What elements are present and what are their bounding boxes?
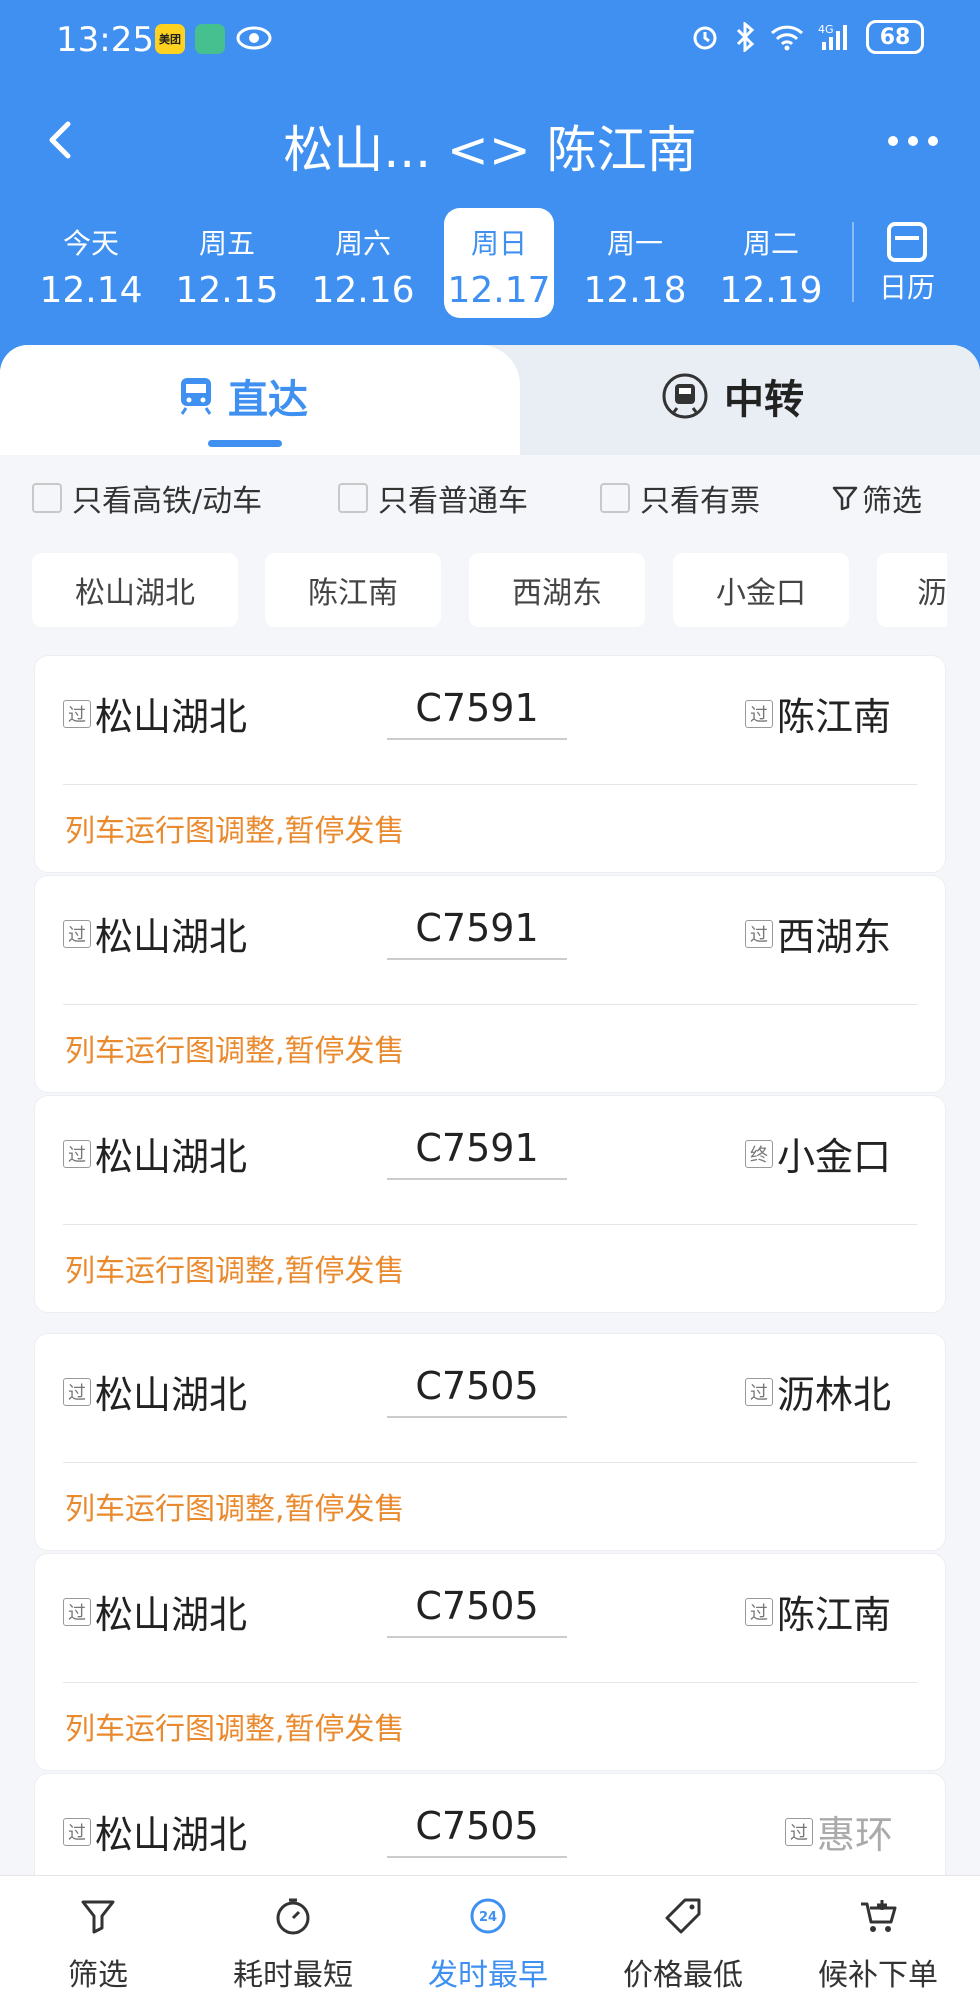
pass-tag: 过 <box>63 699 91 728</box>
calendar-icon <box>887 222 927 262</box>
divider <box>852 222 854 302</box>
train-number: C7505 <box>387 1804 567 1858</box>
train-card[interactable]: 过松山湖北 C7591 过陈江南 列车运行图调整,暂停发售 <box>34 655 946 873</box>
from-station: 松山湖北 <box>95 1135 248 1179</box>
station-chip[interactable]: 沥 <box>877 553 947 627</box>
sale-status: 列车运行图调整,暂停发售 <box>65 1492 405 1527</box>
app-icon <box>195 24 225 54</box>
to-station: 陈江南 <box>777 695 892 739</box>
train-number: C7591 <box>387 1126 567 1180</box>
date-selector: 今天 12.14 周五 12.15 周六 12.16 周日 12.17 周一 12.18 … <box>20 208 960 322</box>
train-number: C7591 <box>387 686 567 740</box>
from-station: 松山湖北 <box>95 695 248 739</box>
train-card[interactable]: 过松山湖北 C7591 终小金口 列车运行图调整,暂停发售 <box>34 1095 946 1313</box>
date-item[interactable]: 周一 12.18 <box>580 208 690 318</box>
svg-text:4G: 4G <box>818 23 834 36</box>
train-card[interactable]: 过松山湖北 C7505 过惠环 <box>34 1773 946 1875</box>
filter-hsr-checkbox[interactable]: 只看高铁/动车 <box>32 476 262 520</box>
date-item-selected[interactable]: 周日 12.17 <box>444 208 554 318</box>
pass-tag: 过 <box>785 1817 813 1846</box>
pass-tag: 过 <box>63 1139 91 1168</box>
from-station: 松山湖北 <box>95 1813 248 1857</box>
date-item[interactable]: 周五 12.15 <box>172 208 282 318</box>
station-chip[interactable]: 松山湖北 <box>32 553 238 627</box>
meituan-app-icon: 美团 <box>155 24 185 54</box>
pass-tag: 过 <box>745 1377 773 1406</box>
pass-tag: 过 <box>745 699 773 728</box>
cart-icon <box>861 1900 897 1932</box>
nav-cheapest[interactable]: 价格最低 <box>593 1896 773 1994</box>
pass-tag: 过 <box>63 1597 91 1626</box>
filter-icon <box>81 1900 115 1934</box>
to-station: 小金口 <box>777 1135 892 1179</box>
filter-button[interactable]: 筛选 <box>832 476 922 520</box>
eye-icon <box>236 26 272 50</box>
more-menu-icon[interactable] <box>888 136 938 146</box>
sale-status: 列车运行图调整,暂停发售 <box>65 814 405 849</box>
bluetooth-icon <box>736 22 755 52</box>
nav-earliest[interactable]: 24 发时最早 <box>398 1896 578 1994</box>
pass-tag: 过 <box>745 919 773 948</box>
to-station: 沥林北 <box>777 1373 892 1417</box>
header: 13:25 美团 4G 68 松山... <> 陈江南 今天 12.14 周五 12… <box>0 0 980 370</box>
pass-tag: 过 <box>63 1817 91 1846</box>
sale-status: 列车运行图调整,暂停发售 <box>65 1712 405 1747</box>
tab-indicator <box>208 440 282 447</box>
train-number: C7591 <box>387 906 567 960</box>
to-station: 西湖东 <box>777 915 892 959</box>
train-card[interactable]: 过松山湖北 C7591 过西湖东 列车运行图调整,暂停发售 <box>34 875 946 1093</box>
bottom-nav: 筛选 耗时最短 24 发时最早 价格最低 候补下单 <box>0 1875 980 2000</box>
filter-normal-checkbox[interactable]: 只看普通车 <box>338 476 528 520</box>
date-item[interactable]: 周二 12.19 <box>716 208 826 318</box>
battery-indicator: 68 <box>866 20 924 54</box>
filter-available-checkbox[interactable]: 只看有票 <box>600 476 760 520</box>
tab-bar: 直达 中转 <box>0 345 980 455</box>
alarm-icon <box>693 26 717 50</box>
to-station: 惠环 <box>817 1813 894 1857</box>
from-station: 松山湖北 <box>95 915 248 959</box>
tab-transfer[interactable]: 中转 <box>660 367 804 425</box>
station-chip[interactable]: 小金口 <box>673 553 849 627</box>
station-chips: 松山湖北 陈江南 西湖东 小金口 沥 <box>32 553 947 629</box>
from-station: 松山湖北 <box>95 1373 248 1417</box>
to-station: 陈江南 <box>777 1593 892 1637</box>
page-title: 松山... <> 陈江南 <box>283 121 697 179</box>
pass-tag: 过 <box>63 1377 91 1406</box>
nav-filter[interactable]: 筛选 <box>8 1896 188 1994</box>
pass-tag: 过 <box>745 1597 773 1626</box>
status-bar: 13:25 美团 4G 68 <box>0 0 980 80</box>
timer-icon <box>276 1898 310 1935</box>
train-icon <box>180 378 212 415</box>
status-time: 13:25 <box>56 20 154 60</box>
date-item[interactable]: 周六 12.16 <box>308 208 418 318</box>
svg-text:24: 24 <box>479 1910 497 1925</box>
from-station: 松山湖北 <box>95 1593 248 1637</box>
sale-status: 列车运行图调整,暂停发售 <box>65 1254 405 1289</box>
train-number: C7505 <box>387 1584 567 1638</box>
filter-row: 只看高铁/动车 只看普通车 只看有票 筛选 <box>32 473 952 523</box>
signal-icon: 4G <box>818 23 847 50</box>
filter-icon <box>832 486 858 511</box>
calendar-button[interactable]: 日历 <box>872 222 942 312</box>
terminal-tag: 终 <box>745 1139 773 1168</box>
date-item[interactable]: 今天 12.14 <box>36 208 146 318</box>
nav-shortest[interactable]: 耗时最短 <box>203 1896 383 1994</box>
train-number: C7505 <box>387 1364 567 1418</box>
main-content: 直达 中转 只看高铁/动车 只看普通车 只看有票 筛选 松山湖北 陈江南 西湖东… <box>0 345 980 1875</box>
transfer-icon <box>662 373 708 419</box>
sale-status: 列车运行图调整,暂停发售 <box>65 1034 405 1069</box>
tab-direct-label[interactable]: 直达 <box>178 367 308 425</box>
train-card[interactable]: 过松山湖北 C7505 过沥林北 列车运行图调整,暂停发售 <box>34 1333 946 1551</box>
price-tag-icon <box>665 1898 701 1934</box>
pass-tag: 过 <box>63 919 91 948</box>
clock-24-icon: 24 <box>470 1898 506 1934</box>
wifi-icon <box>770 25 804 51</box>
nav-waitlist[interactable]: 候补下单 <box>788 1896 968 1994</box>
station-chip[interactable]: 西湖东 <box>469 553 645 627</box>
train-card[interactable]: 过松山湖北 C7505 过陈江南 列车运行图调整,暂停发售 <box>34 1553 946 1771</box>
station-chip[interactable]: 陈江南 <box>265 553 441 627</box>
